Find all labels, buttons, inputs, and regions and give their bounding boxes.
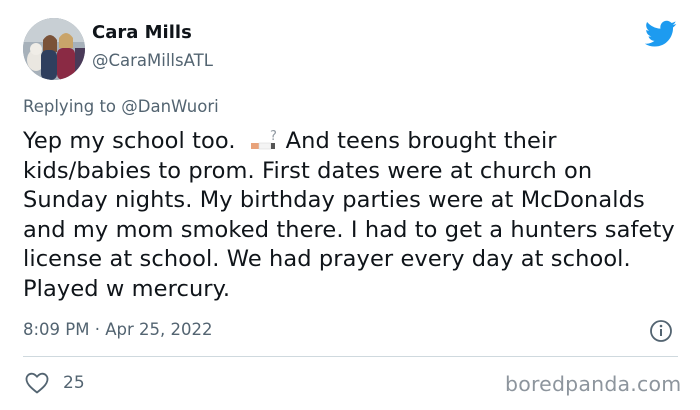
tweet-text-part2: And teens brought their kids/babies to p… bbox=[23, 128, 675, 302]
reply-context: Replying to @DanWuori bbox=[23, 97, 219, 116]
tweet-text-part1: Yep my school too. bbox=[23, 128, 236, 154]
author-handle[interactable]: @CaraMillsATL bbox=[92, 51, 213, 70]
heart-icon[interactable] bbox=[25, 372, 49, 394]
tweet-timestamp[interactable]: 8:09 PM · Apr 25, 2022 bbox=[23, 320, 212, 339]
reply-mention-link[interactable]: @DanWuori bbox=[121, 97, 218, 116]
author-name[interactable]: Cara Mills bbox=[92, 22, 192, 43]
cigarette-question-icon: ? bbox=[250, 129, 277, 150]
reply-prefix: Replying to bbox=[23, 97, 117, 116]
twitter-bird-icon[interactable] bbox=[645, 20, 677, 48]
tweet-text: Yep my school too. ? And teens brought t… bbox=[23, 127, 683, 305]
svg-text:?: ? bbox=[270, 129, 277, 144]
avatar[interactable] bbox=[23, 18, 85, 80]
like-count: 25 bbox=[63, 373, 85, 393]
divider bbox=[23, 356, 678, 357]
info-icon[interactable] bbox=[649, 319, 673, 343]
watermark: boredpanda.com bbox=[505, 372, 682, 396]
avatar-photo bbox=[23, 18, 85, 80]
